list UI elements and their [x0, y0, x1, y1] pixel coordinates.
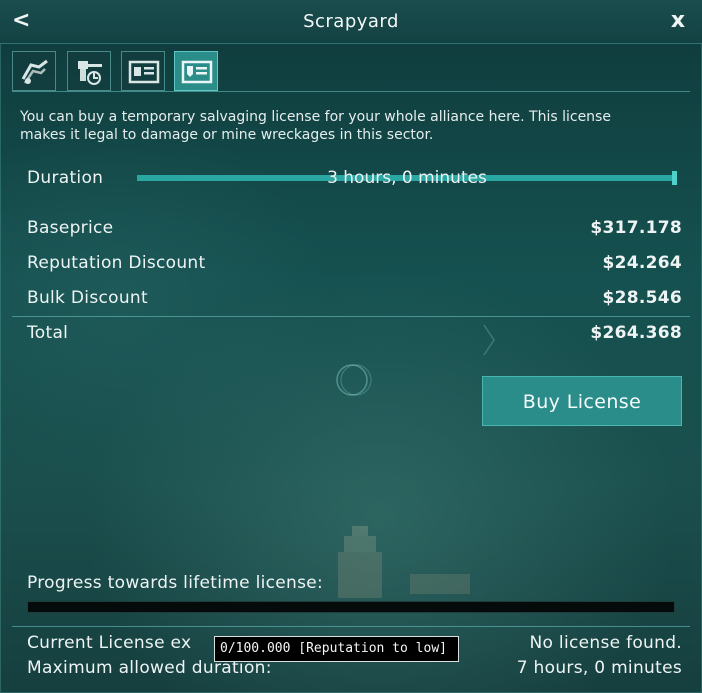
lifetime-license-progress-bar: [27, 601, 675, 613]
reputation-discount-label: Reputation Discount: [27, 253, 206, 273]
salvage-icon: [21, 59, 48, 84]
max-duration-value: 7 hours, 0 minutes: [516, 658, 682, 678]
duration-label: Duration: [27, 168, 104, 188]
license-document-icon: [181, 60, 213, 84]
total-divider: [12, 316, 690, 317]
progress-label: Progress towards lifetime license:: [27, 573, 324, 593]
window-title: Scrapyard: [303, 11, 399, 32]
bottom-divider: [12, 626, 690, 627]
duration-value: 3 hours, 0 minutes: [327, 168, 487, 188]
tab-license-info[interactable]: [121, 51, 165, 91]
background-ring-icon: [336, 364, 372, 396]
tab-turret-factory[interactable]: [67, 51, 111, 91]
baseprice-value: $317.178: [590, 218, 682, 238]
baseprice-label: Baseprice: [27, 218, 114, 238]
bulk-discount-value: $28.546: [602, 288, 682, 308]
background-chevron-icon: [483, 324, 495, 356]
current-license-value: No license found.: [529, 633, 682, 653]
license-info-text: You can buy a temporary salvaging licens…: [20, 109, 611, 143]
title-bar: < Scrapyard x: [0, 0, 702, 44]
tabs-divider: [12, 91, 690, 92]
tab-salvage[interactable]: [12, 51, 56, 91]
tab-salvaging-license[interactable]: [174, 51, 218, 91]
total-label: Total: [27, 323, 69, 343]
reputation-discount-value: $24.264: [602, 253, 682, 273]
total-value: $264.368: [590, 323, 682, 343]
buy-license-button[interactable]: Buy License: [482, 376, 682, 426]
current-license-label: Current License ex: [27, 633, 192, 653]
bulk-discount-label: Bulk Discount: [27, 288, 148, 308]
license-card-icon: [128, 60, 160, 84]
background-ship-icon: [338, 526, 470, 598]
progress-tooltip: 0/100.000 [Reputation to low]: [214, 636, 459, 662]
turret-factory-icon: [78, 61, 102, 85]
close-button[interactable]: x: [666, 8, 690, 34]
